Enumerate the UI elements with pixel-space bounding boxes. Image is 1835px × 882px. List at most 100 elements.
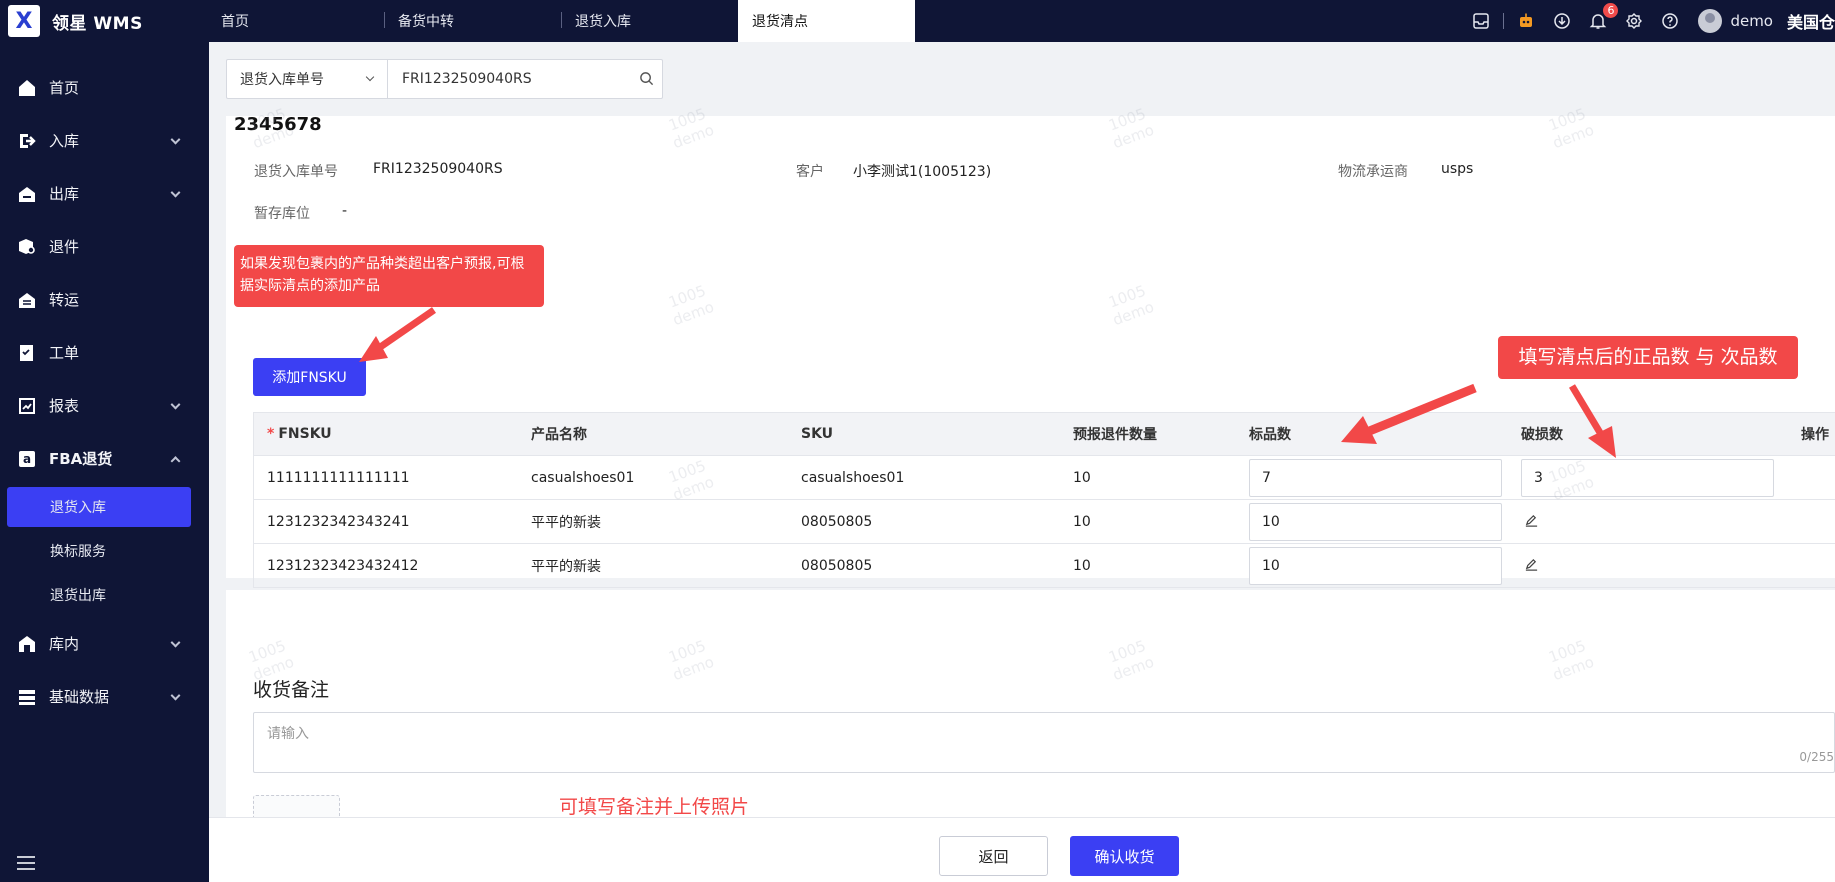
sidebar-item-inventory[interactable]: 库内 [0,617,209,670]
col-forecast-qty: 预报退件数量 [1073,427,1157,443]
sidebar-subitem-relabel[interactable]: 换标服务 [0,529,209,573]
page-tabs: 首页 备货中转 退货入库 退货清点 [207,0,915,42]
bell-icon[interactable]: 6 [1588,3,1619,31]
col-sku: SKU [801,426,834,442]
damaged-qty-input[interactable]: 3 [1521,459,1774,497]
search-input-value: FRI1232509040RS [402,71,532,87]
sidebar-item-basic-data[interactable]: 基础数据 [0,670,209,723]
return-order-no-label: 退货入库单号 [254,164,338,180]
add-fnsku-button[interactable]: 添加FNSKU [253,358,366,396]
customer-label: 客户 [796,164,824,180]
robot-icon[interactable] [1516,11,1536,31]
help-icon[interactable] [1660,11,1680,31]
search-bar: 退货入库单号 FRI1232509040RS [226,59,663,99]
sidebar-item-workorder[interactable]: 工单 [0,326,209,379]
sidebar-item-home[interactable]: 首页 [0,61,209,114]
product-name-cell: 平平的新装 [531,558,601,575]
sidebar-item-label: 退件 [49,238,80,256]
edit-icon[interactable] [1524,557,1539,576]
remark-callout: 可填写备注并上传照片 [559,796,750,818]
sidebar-item-label: 出库 [49,185,80,203]
edit-icon[interactable] [1524,513,1539,532]
remark-textarea[interactable]: 请输入 0/255 [253,712,1835,773]
settings-icon[interactable] [1624,11,1644,31]
sidebar-item-transfer[interactable]: 转运 [0,273,209,326]
remark-title: 收货备注 [253,679,330,701]
product-name-cell: casualshoes01 [531,469,635,486]
sidebar-item-inbound[interactable]: 入库 [0,114,209,167]
sku-cell: 08050805 [801,513,873,530]
toolbar-divider [1503,13,1505,29]
user-avatar[interactable] [1698,9,1723,33]
app-logo[interactable]: X 领星 WMS [8,0,143,42]
home-icon [17,78,37,98]
fnsku-cell: 1111111111111111 [267,469,410,486]
product-table: * FNSKU 产品名称 SKU 预报退件数量 标品数 破损数 操作 111111… [253,412,1835,588]
fnsku-cell: 12312323423432412 [267,557,419,574]
confirm-receipt-button[interactable]: 确认收货 [1070,836,1179,876]
inbound-icon [17,131,37,151]
sidebar-item-label: 报表 [49,397,80,415]
col-operation: 操作 [1801,427,1829,443]
table-row: 1231232342343241 平平的新装 08050805 10 10 [254,499,1835,543]
col-fnsku: * FNSKU [267,426,332,442]
good-qty-input[interactable]: 10 [1249,547,1502,585]
good-qty-input[interactable]: 7 [1249,459,1502,497]
chevron-down-icon [170,187,181,198]
package-search-icon [17,237,37,257]
transfer-icon [17,290,37,310]
download-icon[interactable] [1552,11,1572,31]
temp-location-value: - [342,203,348,219]
chevron-down-icon [170,690,181,701]
sidebar-item-reports[interactable]: 报表 [0,379,209,432]
forecast-qty-cell: 10 [1073,469,1091,486]
sidebar-item-label: 基础数据 [49,688,110,706]
table-header: * FNSKU 产品名称 SKU 预报退件数量 标品数 破损数 操作 [254,413,1835,455]
back-button[interactable]: 返回 [939,836,1048,876]
sku-cell: casualshoes01 [801,469,905,486]
carrier-value: usps [1441,161,1474,177]
search-type-value: 退货入库单号 [240,72,324,88]
main-content: 退货入库单号 FRI1232509040RS 2345678 退货入库单号 FR… [209,42,1835,882]
app-title: 领星 WMS [52,13,143,34]
chevron-down-icon [365,72,375,82]
forecast-qty-cell: 10 [1073,557,1091,574]
sidebar: 首页 入库 出库 退件 转运 工单 报表 a FBA退货 退货入库 换标服务 退… [0,42,209,882]
search-icon[interactable] [639,71,654,90]
carrier-label: 物流承运商 [1338,164,1408,180]
tab-home[interactable]: 首页 [207,0,384,42]
warehouse-icon [17,634,37,654]
sidebar-item-label: 工单 [49,344,80,362]
svg-text:a: a [23,452,31,466]
good-qty-input[interactable]: 10 [1249,503,1502,541]
sidebar-item-returns[interactable]: 退件 [0,220,209,273]
sidebar-item-outbound[interactable]: 出库 [0,167,209,220]
sidebar-item-fba-returns[interactable]: a FBA退货 [0,432,209,485]
footer-bar: 返回 确认收货 [209,817,1835,882]
sidebar-subitem-return-inbound[interactable]: 退货入库 [7,487,191,527]
add-product-callout: 如果发现包裹内的产品种类超出客户预报,可根据实际清点的添加产品 [234,245,544,307]
chevron-down-icon [170,134,181,145]
warehouse-selector[interactable]: 美国仓 [1787,9,1835,33]
sidebar-item-label: 首页 [49,79,80,97]
inbox-icon[interactable] [1471,11,1491,31]
search-input[interactable]: FRI1232509040RS [388,60,662,98]
sidebar-item-label: 库内 [49,635,80,653]
chevron-up-icon [170,455,181,466]
amazon-icon: a [17,449,37,469]
remark-placeholder: 请输入 [267,726,309,742]
search-type-select[interactable]: 退货入库单号 [227,60,388,98]
required-mark: * [267,426,275,442]
top-bar: X 领星 WMS 首页 备货中转 退货入库 退货清点 6 demo 美国仓 [0,0,1835,42]
quantity-callout: 填写清点后的正品数 与 次品数 [1498,336,1798,379]
tab-return-inbound[interactable]: 退货入库 [561,0,738,42]
sku-cell: 08050805 [801,557,873,574]
tab-return-count[interactable]: 退货清点 [738,0,915,42]
customer-value: 小李测试1(1005123) [853,164,992,180]
remark-char-count: 0/255 [1799,750,1834,764]
collapse-menu-icon[interactable] [17,856,35,870]
tab-stock-transfer[interactable]: 备货中转 [384,0,561,42]
notification-badge: 6 [1603,3,1619,18]
sidebar-subitem-return-outbound[interactable]: 退货出库 [0,573,209,617]
username[interactable]: demo [1730,12,1773,30]
